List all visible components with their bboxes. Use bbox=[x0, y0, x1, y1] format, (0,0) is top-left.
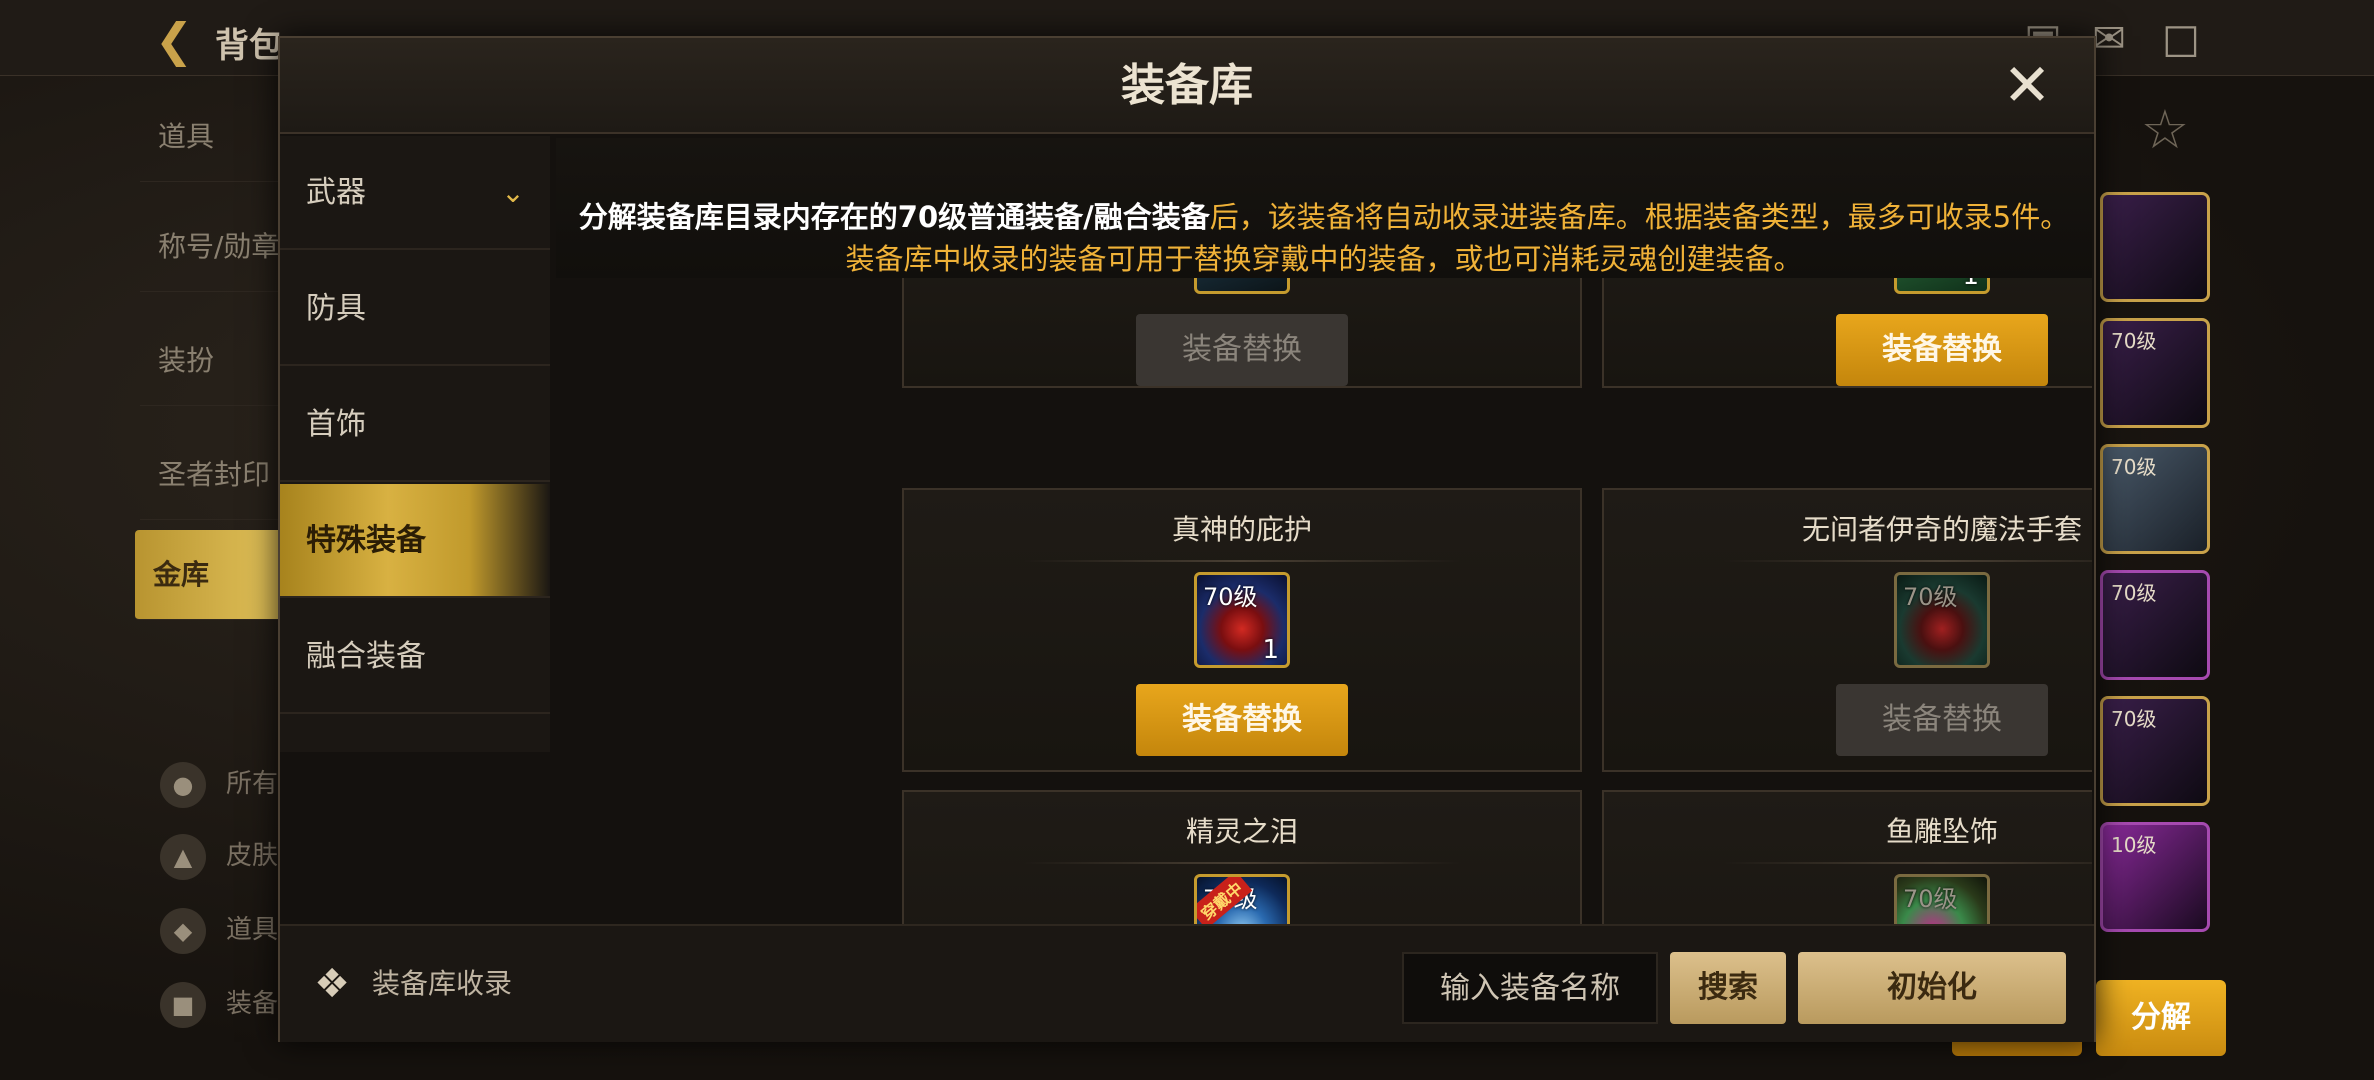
equipment-name: 精灵之泪 bbox=[1185, 815, 1298, 848]
equip-swap-button[interactable]: 装备替换 bbox=[1136, 684, 1348, 756]
info-line-2: 装备库中收录的装备可用于替换穿戴中的装备，或也可消耗灵魂创建装备。 bbox=[845, 242, 1803, 276]
equip-swap-button[interactable]: 装备替换 bbox=[1836, 314, 2048, 386]
equipment-name: 鱼雕坠饰 bbox=[1885, 815, 1998, 848]
modal-footer: ❖ 装备库收录 搜索 初始化 bbox=[280, 924, 2094, 1042]
helmet-icon: ● bbox=[160, 762, 206, 808]
tab-armor[interactable]: 防具 bbox=[280, 252, 550, 366]
divider bbox=[1724, 862, 2092, 864]
divider bbox=[1024, 862, 1460, 864]
equipment-name: 真神的庇护 bbox=[1171, 513, 1312, 546]
person-icon: ▲ bbox=[160, 834, 206, 880]
inventory-tile: 10级 bbox=[2100, 822, 2210, 932]
bg-sub-item: ◆ 道具 bbox=[160, 902, 285, 958]
tab-label: 武器 bbox=[306, 175, 366, 210]
collection-label: 装备库收录 bbox=[372, 967, 513, 1000]
equipment-icon[interactable]: 70级 1 bbox=[1194, 572, 1290, 668]
chat-icon: □ bbox=[2162, 16, 2200, 62]
tab-label: 融合装备 bbox=[306, 639, 426, 674]
bg-menu-item: 圣者封印 bbox=[140, 430, 285, 520]
background-left-menu: 道具 称号/勋章 装扮 圣者封印 金库 ● 所有 ▲ 皮肤 ◆ 道具 ■ 装备 bbox=[0, 76, 285, 1080]
tab-accessory[interactable]: 首饰 bbox=[280, 368, 550, 482]
inventory-tile bbox=[2100, 192, 2210, 302]
close-icon[interactable]: ✕ bbox=[2000, 56, 2054, 114]
bg-menu-item: 金库 bbox=[135, 530, 280, 620]
equip-swap-button[interactable]: 装备替换 bbox=[1136, 314, 1348, 386]
search-button[interactable]: 搜索 bbox=[1670, 952, 1786, 1024]
background-title: 背包 bbox=[215, 26, 283, 66]
reset-button[interactable]: 初始化 bbox=[1798, 952, 2066, 1024]
favorite-star-icon: ☆ bbox=[2140, 98, 2190, 161]
tab-label: 防具 bbox=[306, 291, 366, 326]
inventory-tile: 70级 bbox=[2100, 318, 2210, 428]
search-input[interactable] bbox=[1402, 952, 1658, 1024]
equipment-grid[interactable]: 装备替换 1 装备替换 真神的庇护 70级 1 装备替换 无间者伊奇的魔法手套 … bbox=[556, 258, 2092, 958]
equipment-card: 无间者伊奇的魔法手套 70级 装备替换 bbox=[1602, 488, 2092, 772]
bg-sub-item: ● 所有 bbox=[160, 756, 285, 812]
equip-swap-button[interactable]: 装备替换 bbox=[1836, 684, 2048, 756]
tab-fusion-equipment[interactable]: 融合装备 bbox=[280, 600, 550, 714]
divider bbox=[1024, 560, 1460, 562]
bg-menu-item: 道具 bbox=[140, 92, 285, 182]
equipment-card: 真神的庇护 70级 1 装备替换 bbox=[902, 488, 1582, 772]
bg-sub-item: ■ 装备 bbox=[160, 976, 285, 1032]
divider bbox=[1724, 560, 2092, 562]
inventory-tile: 70级 bbox=[2100, 696, 2210, 806]
inventory-tile: 70级 bbox=[2100, 570, 2210, 680]
bg-menu-item: 称号/勋章 bbox=[140, 202, 285, 292]
category-sidebar: 武器 ⌄ 防具 首饰 特殊装备 融合装备 bbox=[280, 136, 550, 752]
equipment-library-modal: 装备库 ✕ 武器 ⌄ 防具 首饰 特殊装备 融合装备 分解装备库目录内存在的70… bbox=[278, 36, 2096, 1042]
bg-menu-item: 装扮 bbox=[140, 316, 285, 406]
item-icon: ◆ bbox=[160, 908, 206, 954]
tab-label: 首饰 bbox=[306, 407, 366, 442]
decompose-button: 分解 bbox=[2096, 980, 2226, 1056]
collection-icon: ❖ bbox=[314, 961, 350, 1007]
tab-weapon[interactable]: 武器 ⌄ bbox=[280, 136, 550, 250]
info-banner: 分解装备库目录内存在的70级普通装备/融合装备后，该装备将自动收录进装备库。根据… bbox=[556, 138, 2092, 278]
modal-header: 装备库 ✕ bbox=[280, 38, 2094, 134]
collection-button[interactable]: ❖ 装备库收录 bbox=[306, 954, 512, 1014]
tab-label: 特殊装备 bbox=[306, 523, 426, 558]
equipment-name: 无间者伊奇的魔法手套 bbox=[1801, 513, 2082, 546]
inventory-tile: 70级 bbox=[2100, 444, 2210, 554]
back-arrow-icon: ❮ bbox=[154, 13, 194, 67]
modal-title: 装备库 bbox=[1121, 60, 1253, 111]
equipment-icon[interactable]: 70级 bbox=[1894, 572, 1990, 668]
tab-special-equipment[interactable]: 特殊装备 bbox=[280, 484, 550, 598]
info-line-1: 分解装备库目录内存在的70级普通装备/融合装备后，该装备将自动收录进装备库。根据… bbox=[578, 200, 2070, 234]
bg-sub-item: ▲ 皮肤 bbox=[160, 828, 285, 884]
equipment-icon: ■ bbox=[160, 982, 206, 1028]
chevron-down-icon: ⌄ bbox=[501, 176, 525, 209]
